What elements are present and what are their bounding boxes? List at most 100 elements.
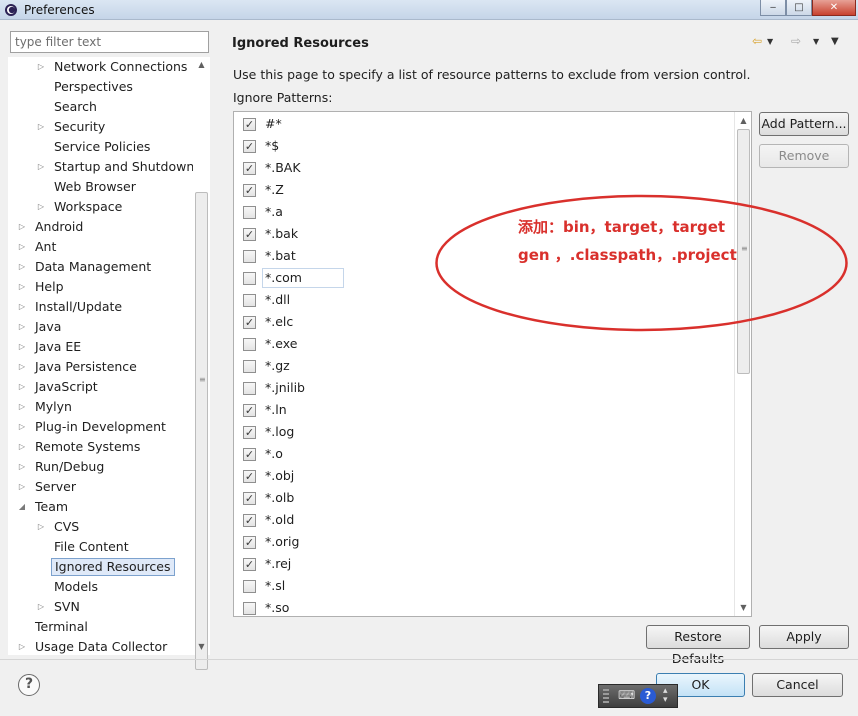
tree-item[interactable]: ▷ Usage Data Collector <box>8 638 193 655</box>
unchecked-checkbox[interactable] <box>243 382 256 395</box>
pattern-row[interactable]: ✓ *.olb <box>234 487 734 509</box>
tree-item[interactable]: Models <box>8 578 193 596</box>
title-bar[interactable]: Preferences ‒ □ ✕ <box>0 0 858 20</box>
tree-item[interactable]: Web Browser <box>8 178 193 196</box>
collapsed-arrow-icon[interactable]: ▷ <box>17 478 27 496</box>
cancel-button[interactable]: Cancel <box>752 673 843 697</box>
expanded-arrow-icon[interactable]: ◢ <box>17 498 27 516</box>
tree-item[interactable]: ▷ JavaScript <box>8 378 193 396</box>
tree-item[interactable]: Ignored Resources <box>8 558 193 576</box>
checked-checkbox[interactable]: ✓ <box>243 162 256 175</box>
collapsed-arrow-icon[interactable]: ▷ <box>36 598 46 616</box>
pattern-row[interactable]: *.sl <box>234 575 734 597</box>
tree-item[interactable]: ▷ SVN <box>8 598 193 616</box>
tree-scrollbar[interactable]: ▲ ≡ ▼ <box>193 57 210 670</box>
tree-item[interactable]: ▷ Ant <box>8 238 193 256</box>
scroll-up-icon[interactable]: ▲ <box>735 115 751 127</box>
forward-dropdown-icon[interactable]: ▼ <box>813 37 819 46</box>
scroll-down-icon[interactable]: ▼ <box>193 641 210 653</box>
filter-input[interactable] <box>10 31 209 53</box>
tree-item[interactable]: ▷ Android <box>8 218 193 236</box>
view-menu-icon[interactable]: ▼ <box>831 36 839 47</box>
back-dropdown-icon[interactable]: ▼ <box>767 37 773 46</box>
collapsed-arrow-icon[interactable]: ▷ <box>17 638 27 655</box>
collapsed-arrow-icon[interactable]: ▷ <box>17 338 27 356</box>
collapsed-arrow-icon[interactable]: ▷ <box>17 398 27 416</box>
ime-toolbar[interactable]: ⌨ ? ▴ ▾ <box>598 684 678 708</box>
tree-item[interactable]: ▷ Install/Update <box>8 298 193 316</box>
collapsed-arrow-icon[interactable]: ▷ <box>17 278 27 296</box>
close-button[interactable]: ✕ <box>812 0 856 16</box>
keyboard-icon[interactable]: ⌨ <box>618 688 635 702</box>
tree-item[interactable]: ▷ Plug-in Development <box>8 418 193 436</box>
tree-item[interactable]: ◢ Team <box>8 498 193 516</box>
scroll-up-icon[interactable]: ▲ <box>193 59 210 71</box>
pattern-row[interactable]: ✓ *.rej <box>234 553 734 575</box>
tree-item[interactable]: ▷ CVS <box>8 518 193 536</box>
unchecked-checkbox[interactable] <box>243 206 256 219</box>
checked-checkbox[interactable]: ✓ <box>243 514 256 527</box>
checked-checkbox[interactable]: ✓ <box>243 184 256 197</box>
checked-checkbox[interactable]: ✓ <box>243 118 256 131</box>
restore-defaults-button[interactable]: Restore Defaults <box>646 625 750 666</box>
help-icon[interactable]: ? <box>18 674 40 696</box>
collapsed-arrow-icon[interactable]: ▷ <box>17 438 27 456</box>
collapsed-arrow-icon[interactable]: ▷ <box>17 258 27 276</box>
tree-item[interactable]: Terminal <box>8 618 193 636</box>
remove-button[interactable]: Remove <box>759 144 849 168</box>
collapsed-arrow-icon[interactable]: ▷ <box>17 378 27 396</box>
tree-item[interactable]: ▷ Server <box>8 478 193 496</box>
tree-item[interactable]: Search <box>8 98 193 116</box>
collapsed-arrow-icon[interactable]: ▷ <box>36 118 46 136</box>
tree-item[interactable]: ▷ Java <box>8 318 193 336</box>
collapsed-arrow-icon[interactable]: ▷ <box>17 358 27 376</box>
checked-checkbox[interactable]: ✓ <box>243 140 256 153</box>
unchecked-checkbox[interactable] <box>243 338 256 351</box>
unchecked-checkbox[interactable] <box>243 602 256 615</box>
tree-item[interactable]: ▷ Network Connections <box>8 58 193 76</box>
collapsed-arrow-icon[interactable]: ▷ <box>17 238 27 256</box>
apply-button[interactable]: Apply <box>759 625 849 649</box>
checked-checkbox[interactable]: ✓ <box>243 470 256 483</box>
tree-item[interactable]: ▷ Java Persistence <box>8 358 193 376</box>
collapsed-arrow-icon[interactable]: ▷ <box>17 418 27 436</box>
checked-checkbox[interactable]: ✓ <box>243 492 256 505</box>
collapsed-arrow-icon[interactable]: ▷ <box>17 318 27 336</box>
add-pattern-button[interactable]: Add Pattern... <box>759 112 849 136</box>
pattern-row[interactable]: *.jnilib <box>234 377 734 399</box>
pattern-row[interactable]: ✓ *.ln <box>234 399 734 421</box>
pattern-row[interactable]: *.so <box>234 597 734 616</box>
back-arrow-icon[interactable]: ⇦ <box>752 34 762 48</box>
collapsed-arrow-icon[interactable]: ▷ <box>36 198 46 216</box>
collapsed-arrow-icon[interactable]: ▷ <box>17 298 27 316</box>
tree-item[interactable]: ▷ Startup and Shutdown <box>8 158 194 176</box>
tree-item[interactable]: Service Policies <box>8 138 193 156</box>
tree-item[interactable]: File Content <box>8 538 193 556</box>
checked-checkbox[interactable]: ✓ <box>243 536 256 549</box>
forward-arrow-icon[interactable]: ⇨ <box>791 34 801 48</box>
pattern-row[interactable]: ✓ *.old <box>234 509 734 531</box>
unchecked-checkbox[interactable] <box>243 294 256 307</box>
pattern-row[interactable]: ✓ #* <box>234 113 734 135</box>
checked-checkbox[interactable]: ✓ <box>243 448 256 461</box>
collapsed-arrow-icon[interactable]: ▷ <box>36 58 46 76</box>
pattern-row[interactable]: *.gz <box>234 355 734 377</box>
maximize-button[interactable]: □ <box>786 0 812 16</box>
pattern-row[interactable]: ✓ *.orig <box>234 531 734 553</box>
tree-item[interactable]: ▷ Remote Systems <box>8 438 193 456</box>
checked-checkbox[interactable]: ✓ <box>243 558 256 571</box>
collapsed-arrow-icon[interactable]: ▷ <box>36 518 46 536</box>
checked-checkbox[interactable]: ✓ <box>243 316 256 329</box>
unchecked-checkbox[interactable] <box>243 580 256 593</box>
pattern-row[interactable]: ✓ *$ <box>234 135 734 157</box>
pattern-row[interactable]: ✓ *.BAK <box>234 157 734 179</box>
pattern-row[interactable]: ✓ *.log <box>234 421 734 443</box>
pattern-row[interactable]: ✓ *.o <box>234 443 734 465</box>
ime-dropdown-icon[interactable]: ▾ <box>663 695 668 705</box>
checked-checkbox[interactable]: ✓ <box>243 404 256 417</box>
tree-item[interactable]: ▷ Run/Debug <box>8 458 193 476</box>
tree-item[interactable]: ▷ Java EE <box>8 338 193 356</box>
tree-item[interactable]: ▷ Workspace <box>8 198 193 216</box>
scroll-down-icon[interactable]: ▼ <box>735 602 751 614</box>
unchecked-checkbox[interactable] <box>243 250 256 263</box>
